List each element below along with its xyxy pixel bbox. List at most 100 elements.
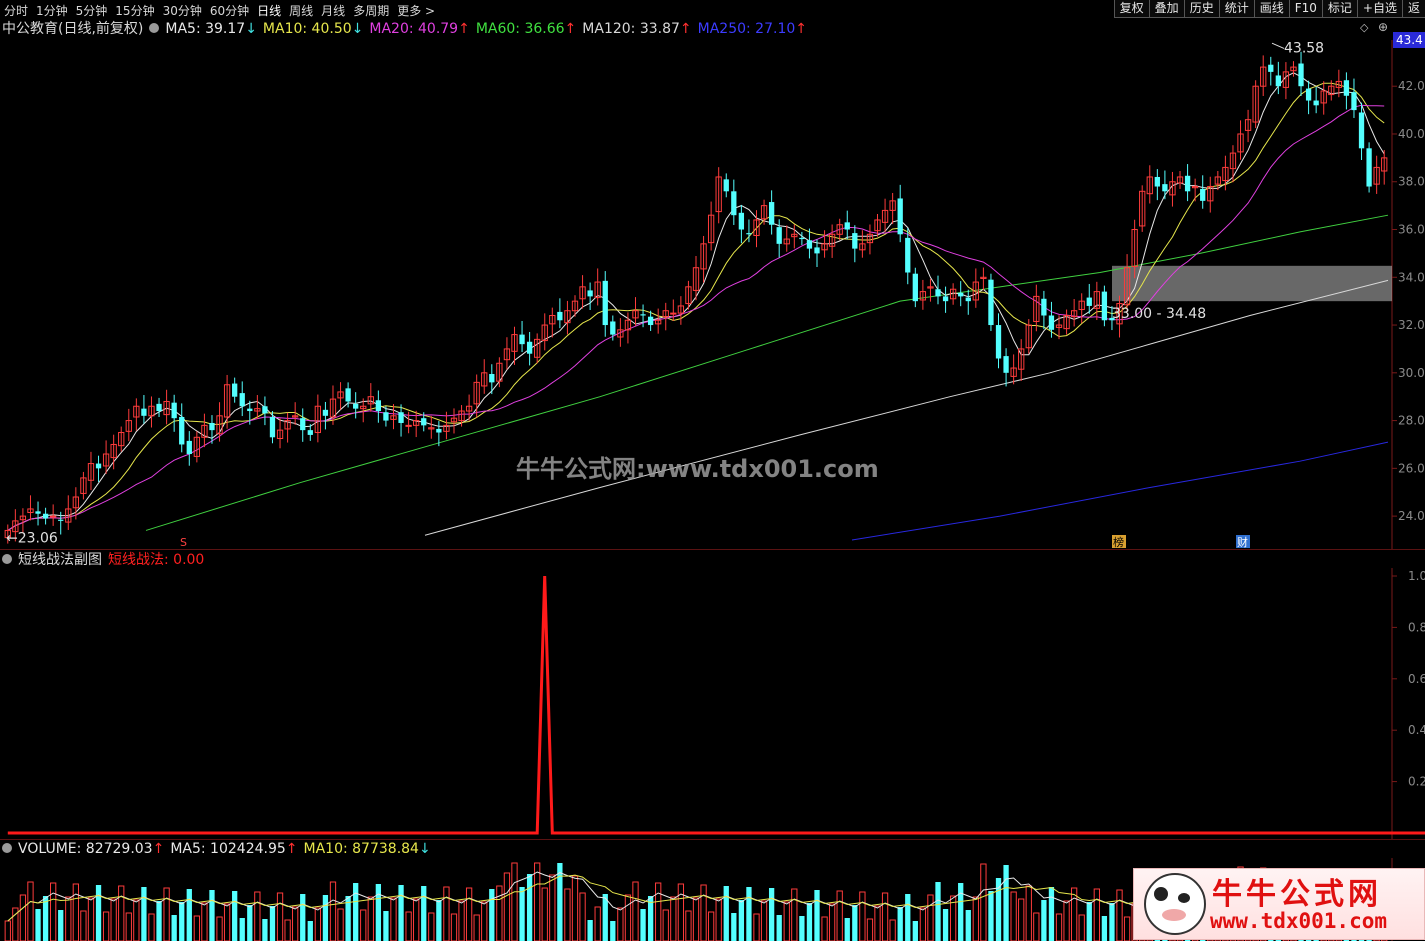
price-tick-label: 36.0: [1398, 223, 1425, 237]
period-tab-10[interactable]: 更多 >: [393, 3, 439, 19]
period-tab-5[interactable]: 60分钟: [206, 3, 253, 19]
volume-bar: [564, 888, 571, 941]
volume-bar: [337, 908, 344, 941]
period-tab-7[interactable]: 周线: [285, 3, 317, 19]
candle-body: [1275, 75, 1281, 87]
volume-bar: [50, 882, 57, 941]
signal-line: [7, 575, 1425, 835]
volume-bar: [4, 920, 11, 941]
volume-bar: [866, 918, 874, 941]
volume-bar: [526, 874, 533, 941]
period-tab-0[interactable]: 分时: [0, 3, 32, 19]
volume-bar: [1003, 865, 1009, 941]
volume-bar: [216, 916, 223, 941]
logo-title: 牛牛公式网: [1212, 877, 1382, 912]
sub-settings-icon[interactable]: [2, 554, 12, 564]
volume-bar: [300, 894, 306, 941]
volume-bar: [836, 890, 843, 941]
volume-bar: [254, 891, 261, 941]
candle-body: [647, 316, 654, 326]
arrow-up-icon: ↑: [679, 21, 692, 37]
tool-button-1[interactable]: 叠加: [1148, 0, 1184, 18]
volume-bar: [102, 911, 110, 941]
zone-label: 33.00 - 34.48: [1112, 306, 1206, 322]
candle-body: [942, 296, 949, 302]
candlestick-chart[interactable]: 42.0 40.0 38.0 36.0 34.0 32.0 30.0 28.0 26.0 24.0…: [0, 40, 1425, 550]
volume-bar: [473, 914, 480, 941]
volume-bar: [852, 905, 858, 941]
volume-bar: [905, 894, 911, 941]
volume-indicator-list: VOLUME: 82729.03↑ MA5: 102424.95↑ MA10: 87…: [18, 841, 437, 857]
volume-bar: [1093, 888, 1100, 941]
candle-body: [640, 314, 646, 316]
tool-button-7[interactable]: +自选: [1356, 0, 1402, 18]
diamond-icon[interactable]: ◇: [1360, 21, 1368, 34]
expand-icon[interactable]: ⊕: [1378, 20, 1388, 34]
indicator-settings-icon[interactable]: [149, 23, 160, 33]
signal-chart[interactable]: 1.0 0.8 0.6 0.4 0.2: [0, 568, 1425, 840]
candle-body: [1358, 112, 1365, 149]
volume-bar: [1041, 900, 1047, 941]
tool-button-0[interactable]: 复权: [1113, 0, 1149, 18]
candle-body: [307, 430, 313, 435]
candle-body: [489, 374, 495, 383]
volume-bar: [186, 889, 192, 941]
ma-value-4: MA120: 33.87: [582, 21, 680, 37]
candle-body: [1086, 297, 1092, 306]
price-tick-label: 38.0: [1398, 175, 1425, 189]
stock-title: 中公教育(日线,前复权): [2, 21, 144, 37]
tool-button-4[interactable]: 画线: [1253, 0, 1289, 18]
volume-bar: [322, 895, 329, 941]
candle-body: [353, 403, 359, 409]
ma-value-3: MA60: 36.66: [475, 21, 565, 37]
volume-bar: [1025, 885, 1032, 941]
period-tab-8[interactable]: 月线: [317, 3, 349, 19]
period-tab-1[interactable]: 1分钟: [32, 3, 72, 19]
candle-body: [1184, 175, 1191, 192]
volume-bar: [541, 887, 548, 941]
candle-body: [814, 247, 820, 254]
volume-bar: [413, 898, 420, 941]
volume-bar: [670, 896, 677, 941]
period-tab-4[interactable]: 30分钟: [159, 3, 206, 19]
volume-bar: [110, 898, 117, 941]
candle-body: [905, 237, 911, 273]
candle-body: [35, 511, 41, 514]
volume-bar: [223, 903, 231, 941]
ma120-line: [424, 279, 1389, 536]
volume-bar: [125, 912, 132, 941]
candle-body: [156, 403, 162, 412]
tool-button-2[interactable]: 历史: [1183, 0, 1219, 18]
tool-button-5[interactable]: F10: [1288, 0, 1322, 18]
candle-body: [995, 325, 1002, 359]
period-tab-2[interactable]: 5分钟: [72, 3, 112, 19]
candle-body: [988, 279, 994, 326]
candle-body: [300, 418, 306, 431]
cow-mascot-icon: [1144, 873, 1206, 935]
tool-button-8[interactable]: 返: [1401, 0, 1425, 18]
period-tab-3[interactable]: 15分钟: [111, 3, 158, 19]
volume-bar: [579, 892, 586, 941]
volume-bar: [262, 919, 268, 941]
candle-body: [806, 240, 813, 249]
arrow-down-icon: ↓: [351, 21, 364, 37]
period-tab-9[interactable]: 多周期: [349, 3, 393, 19]
volume-bar: [919, 907, 927, 941]
volume-bar: [881, 892, 889, 941]
volume-bar: [1055, 913, 1063, 941]
candle-body: [58, 519, 64, 521]
volume-bar: [1010, 891, 1017, 941]
candle-body: [1313, 100, 1319, 106]
candle-body: [141, 408, 147, 416]
tool-button-3[interactable]: 统计: [1218, 0, 1254, 18]
tool-button-6[interactable]: 标记: [1321, 0, 1357, 18]
candle-body: [95, 463, 102, 469]
candle-body: [398, 412, 404, 423]
volume-bar: [307, 921, 313, 941]
candle-body: [844, 222, 850, 230]
candle-body: [42, 513, 49, 519]
period-tab-6[interactable]: 日线: [253, 3, 285, 19]
volume-settings-icon[interactable]: [2, 843, 12, 853]
volume-bar: [602, 894, 608, 941]
volume-bar: [799, 916, 805, 941]
